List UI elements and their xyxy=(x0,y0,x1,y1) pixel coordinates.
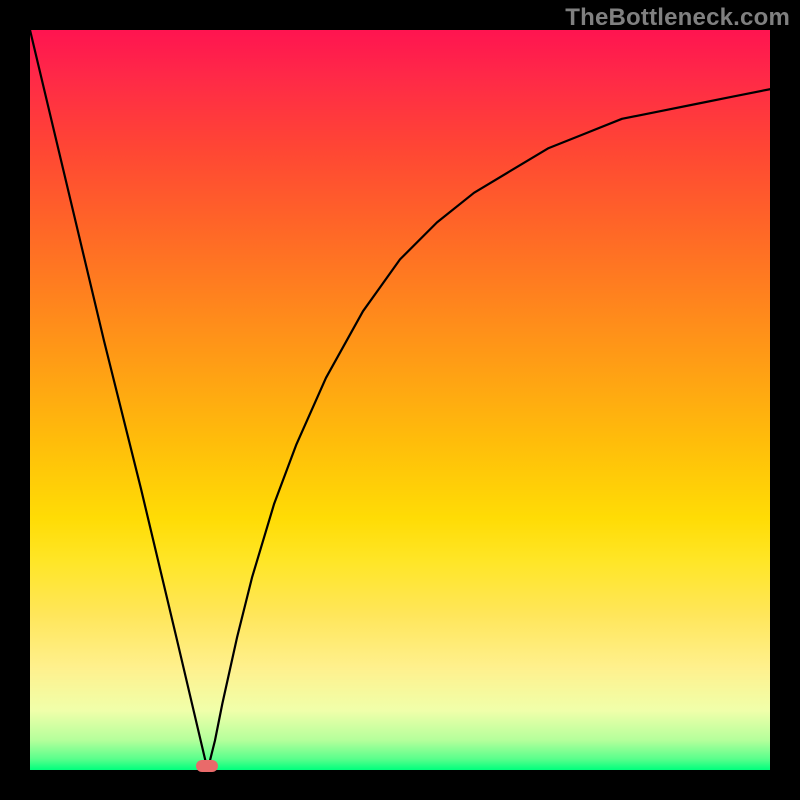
chart-container: TheBottleneck.com xyxy=(0,0,800,800)
bottleneck-curve xyxy=(30,30,770,770)
dip-marker xyxy=(196,760,218,772)
watermark-text: TheBottleneck.com xyxy=(565,4,790,32)
curve-layer xyxy=(30,30,770,770)
